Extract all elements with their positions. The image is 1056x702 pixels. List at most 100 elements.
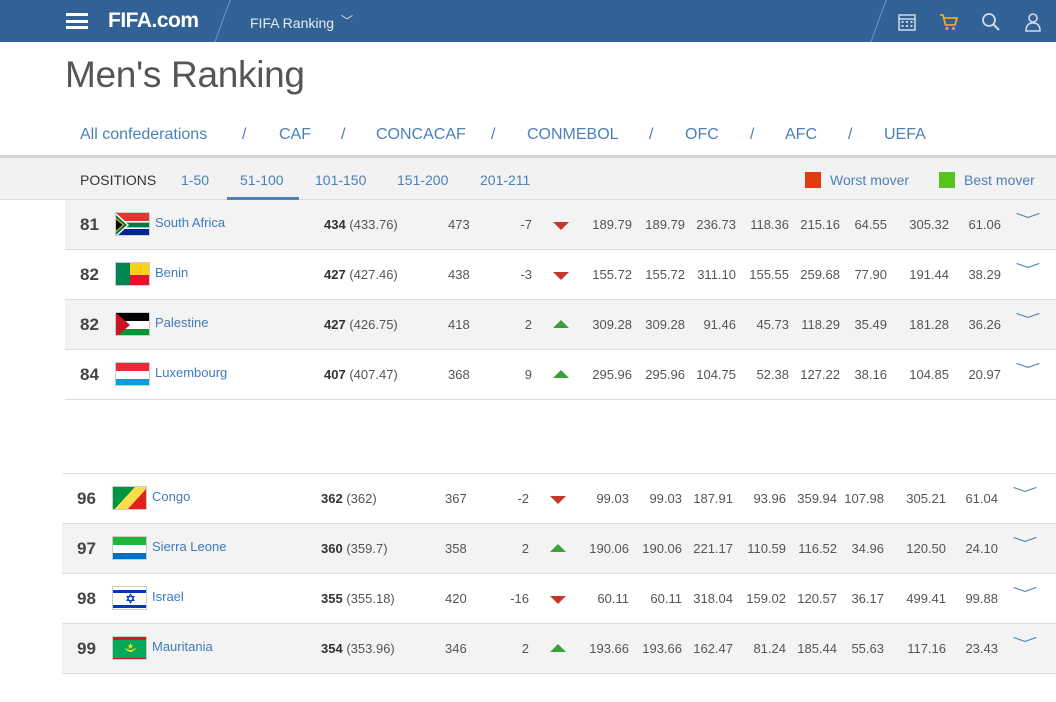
score-cell: 193.66 bbox=[589, 641, 629, 656]
conf-caf[interactable]: CAF bbox=[279, 126, 311, 144]
arrow-down-icon bbox=[550, 596, 566, 604]
points-cell: 427 (427.46) bbox=[324, 267, 398, 282]
score-cell: 38.29 bbox=[968, 267, 1001, 282]
conf-conmebol[interactable]: CONMEBOL bbox=[527, 126, 619, 144]
table-row-palestine[interactable]: 82 Palestine 427 (426.75) 418 2 309.28 3… bbox=[65, 300, 1056, 350]
previous-points-cell: 473 bbox=[448, 217, 470, 232]
score-cell: 45.73 bbox=[756, 317, 789, 332]
tab-1-50[interactable]: 1-50 bbox=[181, 172, 209, 188]
expand-chevron-icon[interactable]: ﹀ bbox=[1015, 310, 1040, 330]
arrow-down-icon bbox=[553, 222, 569, 230]
score-cell: 127.22 bbox=[800, 367, 840, 382]
movement-cell: -2 bbox=[517, 491, 529, 506]
team-link[interactable]: South Africa bbox=[155, 215, 225, 230]
arrow-up-icon bbox=[553, 370, 569, 378]
expand-chevron-icon[interactable]: ﹀ bbox=[1015, 360, 1040, 380]
team-link[interactable]: Israel bbox=[152, 589, 184, 604]
points-value: 434 bbox=[324, 217, 346, 232]
section-dropdown[interactable]: FIFA Ranking bbox=[250, 15, 334, 31]
conf-ofc[interactable]: OFC bbox=[685, 126, 719, 144]
points-exact: (426.75) bbox=[349, 317, 398, 332]
table-row-benin[interactable]: 82 Benin 427 (427.46) 438 -3 155.72 155.… bbox=[65, 250, 1056, 300]
arrow-up-icon bbox=[550, 644, 566, 652]
expand-chevron-icon[interactable]: ﹀ bbox=[1012, 484, 1037, 504]
score-cell: 189.79 bbox=[592, 217, 632, 232]
score-cell: 120.57 bbox=[797, 591, 837, 606]
score-cell: 499.41 bbox=[906, 591, 946, 606]
flag-cg-icon bbox=[112, 486, 147, 510]
points-cell: 434 (433.76) bbox=[324, 217, 398, 232]
expand-chevron-icon[interactable]: ﹀ bbox=[1012, 584, 1037, 604]
arrow-down-icon bbox=[550, 496, 566, 504]
search-icon[interactable] bbox=[981, 12, 1001, 32]
expand-chevron-icon[interactable]: ﹀ bbox=[1012, 634, 1037, 654]
score-cell: 190.06 bbox=[642, 541, 682, 556]
user-icon[interactable] bbox=[1023, 12, 1043, 32]
score-cell: 155.72 bbox=[592, 267, 632, 282]
team-link[interactable]: Luxembourg bbox=[155, 365, 227, 380]
table-row-mauritania[interactable]: 99 Mauritania 354 (353.96) 346 2 193.66 … bbox=[62, 624, 1056, 674]
conf-separator: / bbox=[750, 126, 755, 143]
conf-concacaf[interactable]: CONCACAF bbox=[376, 126, 466, 144]
expand-chevron-icon[interactable]: ﹀ bbox=[1012, 534, 1037, 554]
conf-separator: / bbox=[848, 126, 853, 143]
team-link[interactable]: Benin bbox=[155, 265, 188, 280]
score-cell: 99.03 bbox=[649, 491, 682, 506]
tab-201-211[interactable]: 201-211 bbox=[480, 172, 530, 188]
previous-points-cell: 420 bbox=[445, 591, 467, 606]
movement-cell: 9 bbox=[524, 367, 532, 382]
rank-cell: 82 bbox=[80, 265, 99, 284]
fifa-logo[interactable]: FIFA.com bbox=[108, 9, 199, 33]
score-cell: 35.49 bbox=[854, 317, 887, 332]
positions-label: POSITIONS bbox=[80, 172, 157, 188]
conf-afc[interactable]: AFC bbox=[785, 126, 817, 144]
cart-icon[interactable] bbox=[939, 12, 959, 32]
chevron-down-icon[interactable]: ﹀ bbox=[341, 12, 353, 29]
flag-sl-icon bbox=[112, 536, 147, 560]
points-value: 354 bbox=[321, 641, 343, 656]
points-cell: 407 (407.47) bbox=[324, 367, 398, 382]
team-link[interactable]: Congo bbox=[152, 489, 190, 504]
score-cell: 155.72 bbox=[645, 267, 685, 282]
logo-text: FIFA bbox=[108, 9, 152, 32]
points-value: 355 bbox=[321, 591, 343, 606]
conf-all[interactable]: All confederations bbox=[80, 126, 207, 144]
rank-cell: 81 bbox=[80, 215, 99, 234]
conf-separator: / bbox=[491, 126, 496, 143]
team-link[interactable]: Palestine bbox=[155, 315, 208, 330]
expand-chevron-icon[interactable]: ﹀ bbox=[1015, 260, 1040, 280]
score-cell: 64.55 bbox=[854, 217, 887, 232]
flag-lu-icon bbox=[115, 362, 150, 386]
score-cell: 181.28 bbox=[909, 317, 949, 332]
flag-bj-icon bbox=[115, 262, 150, 286]
score-cell: 259.68 bbox=[800, 267, 840, 282]
table-row-luxembourg[interactable]: 84 Luxembourg 407 (407.47) 368 9 295.96 … bbox=[65, 350, 1056, 400]
table-row-south-africa[interactable]: 81 South Africa 434 (433.76) 473 -7 189.… bbox=[65, 200, 1056, 250]
score-cell: 311.10 bbox=[697, 267, 736, 282]
score-cell: 118.29 bbox=[801, 317, 840, 332]
score-cell: 118.36 bbox=[750, 217, 789, 232]
tab-151-200[interactable]: 151-200 bbox=[397, 172, 448, 188]
score-cell: 107.98 bbox=[844, 491, 884, 506]
table-row-israel[interactable]: 98 Israel 355 (355.18) 420 -16 60.11 60.… bbox=[62, 574, 1056, 624]
table-row-congo[interactable]: 96 Congo 362 (362) 367 -2 99.03 99.03 18… bbox=[62, 474, 1056, 524]
score-cell: 117.16 bbox=[907, 641, 946, 656]
team-link[interactable]: Sierra Leone bbox=[152, 539, 226, 554]
score-cell: 305.21 bbox=[906, 491, 946, 506]
calendar-icon[interactable] bbox=[897, 12, 917, 32]
team-link[interactable]: Mauritania bbox=[152, 639, 213, 654]
points-value: 407 bbox=[324, 367, 346, 382]
previous-points-cell: 346 bbox=[445, 641, 467, 656]
points-value: 427 bbox=[324, 317, 346, 332]
best-mover-swatch bbox=[939, 172, 955, 188]
expand-chevron-icon[interactable]: ﹀ bbox=[1015, 210, 1040, 230]
score-cell: 189.79 bbox=[645, 217, 685, 232]
table-row-sierra-leone[interactable]: 97 Sierra Leone 360 (359.7) 358 2 190.06… bbox=[62, 524, 1056, 574]
score-cell: 55.63 bbox=[851, 641, 884, 656]
tab-101-150[interactable]: 101-150 bbox=[315, 172, 366, 188]
conf-uefa[interactable]: UEFA bbox=[884, 126, 926, 144]
tab-51-100[interactable]: 51-100 bbox=[240, 172, 284, 188]
menu-icon[interactable] bbox=[66, 13, 88, 29]
score-cell: 359.94 bbox=[797, 491, 837, 506]
points-exact: (362) bbox=[346, 491, 377, 506]
